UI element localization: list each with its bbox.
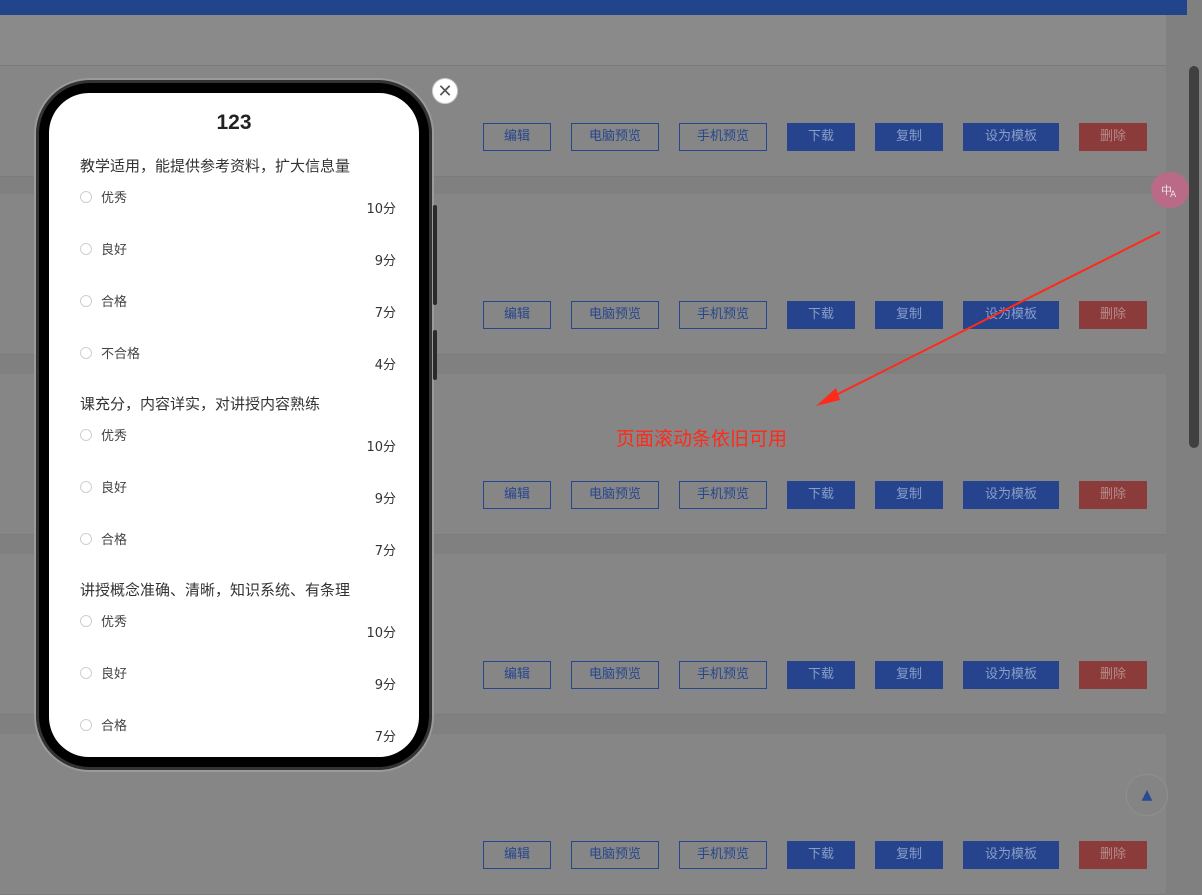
copy-button[interactable]: 复制: [875, 841, 943, 869]
radio-button[interactable]: [80, 615, 92, 627]
option-score: 7分: [374, 730, 396, 745]
pc-preview-button[interactable]: 电脑预览: [571, 661, 659, 689]
back-to-top-button[interactable]: ▲: [1126, 774, 1168, 816]
question-text: 讲授概念准确、清晰，知识系统、有条理: [80, 581, 351, 599]
download-button[interactable]: 下载: [787, 841, 855, 869]
copy-button[interactable]: 复制: [875, 661, 943, 689]
radio-button[interactable]: [80, 295, 92, 307]
set-template-button[interactable]: 设为模板: [963, 841, 1059, 869]
option-score: 7分: [374, 306, 396, 321]
option-row[interactable]: 合格 7分: [80, 529, 396, 565]
option-label: 合格: [101, 295, 128, 310]
option-row[interactable]: 优秀 10分: [80, 425, 396, 461]
download-button[interactable]: 下载: [787, 661, 855, 689]
radio-button[interactable]: [80, 481, 92, 493]
card-actions: 编辑 电脑预览 手机预览 下载 复制 设为模板 删除: [483, 661, 1147, 689]
mobile-preview-button[interactable]: 手机预览: [679, 841, 767, 869]
copy-button[interactable]: 复制: [875, 301, 943, 329]
annotation-text: 页面滚动条依旧可用: [616, 428, 788, 450]
copy-button[interactable]: 复制: [875, 481, 943, 509]
option-score: 9分: [374, 678, 396, 693]
set-template-button[interactable]: 设为模板: [963, 661, 1059, 689]
option-score: 9分: [374, 492, 396, 507]
option-row[interactable]: 不合格 4分: [80, 343, 396, 379]
set-template-button[interactable]: 设为模板: [963, 301, 1059, 329]
card-actions: 编辑 电脑预览 手机预览 下载 复制 设为模板 删除: [483, 481, 1147, 509]
option-score: 7分: [374, 544, 396, 559]
option-label: 合格: [101, 719, 128, 734]
option-score: 4分: [374, 358, 396, 373]
option-row[interactable]: 合格 7分: [80, 715, 396, 751]
card-actions: 编辑 电脑预览 手机预览 下载 复制 设为模板 删除: [483, 841, 1147, 869]
mobile-preview-screen: 123 教学适用，能提供参考资料，扩大信息量 优秀 10分 良好 9分 合格 7…: [49, 93, 419, 757]
question-text: 教学适用，能提供参考资料，扩大信息量: [80, 157, 351, 175]
top-header-bar: [0, 0, 1202, 15]
option-row[interactable]: 优秀 10分: [80, 611, 396, 647]
edit-button[interactable]: 编辑: [483, 481, 551, 509]
option-row[interactable]: 优秀 10分: [80, 187, 396, 223]
edit-button[interactable]: 编辑: [483, 301, 551, 329]
card-actions: 编辑 电脑预览 手机预览 下载 复制 设为模板 删除: [483, 301, 1147, 329]
delete-button[interactable]: 删除: [1079, 661, 1147, 689]
set-template-button[interactable]: 设为模板: [963, 123, 1059, 151]
option-score: 10分: [366, 202, 396, 217]
pc-preview-button[interactable]: 电脑预览: [571, 123, 659, 151]
survey-title: 123: [216, 111, 252, 134]
mobile-preview-button[interactable]: 手机预览: [679, 661, 767, 689]
option-score: 9分: [374, 254, 396, 269]
copy-button[interactable]: 复制: [875, 123, 943, 151]
option-row[interactable]: 合格 7分: [80, 291, 396, 327]
radio-button[interactable]: [80, 347, 92, 359]
pc-preview-button[interactable]: 电脑预览: [571, 301, 659, 329]
card-actions: 编辑 电脑预览 手机预览 下载 复制 设为模板 删除: [483, 123, 1147, 151]
mobile-preview-button[interactable]: 手机预览: [679, 123, 767, 151]
radio-button[interactable]: [80, 243, 92, 255]
delete-button[interactable]: 删除: [1079, 841, 1147, 869]
option-row[interactable]: 良好 9分: [80, 239, 396, 275]
edit-button[interactable]: 编辑: [483, 661, 551, 689]
option-row[interactable]: 良好 9分: [80, 663, 396, 699]
option-label: 优秀: [101, 191, 128, 206]
pc-preview-button[interactable]: 电脑预览: [571, 841, 659, 869]
option-score: 10分: [366, 440, 396, 455]
option-label: 良好: [101, 243, 128, 258]
radio-button[interactable]: [80, 719, 92, 731]
mobile-preview-frame: 123 教学适用，能提供参考资料，扩大信息量 优秀 10分 良好 9分 合格 7…: [34, 78, 437, 772]
edit-button[interactable]: 编辑: [483, 841, 551, 869]
close-icon[interactable]: ✕: [432, 78, 458, 104]
delete-button[interactable]: 删除: [1079, 301, 1147, 329]
phone-side-button: [433, 330, 437, 380]
radio-button[interactable]: [80, 533, 92, 545]
delete-button[interactable]: 删除: [1079, 481, 1147, 509]
set-template-button[interactable]: 设为模板: [963, 481, 1059, 509]
download-button[interactable]: 下载: [787, 481, 855, 509]
mobile-preview-button[interactable]: 手机预览: [679, 301, 767, 329]
radio-button[interactable]: [80, 191, 92, 203]
option-label: 优秀: [101, 429, 128, 444]
option-label: 良好: [101, 481, 128, 496]
arrow-up-icon: ▲: [1141, 787, 1153, 803]
download-button[interactable]: 下载: [787, 301, 855, 329]
sub-header-bar: [0, 15, 1166, 66]
option-label: 良好: [101, 667, 128, 682]
phone-side-button: [433, 205, 437, 305]
option-score: 10分: [366, 626, 396, 641]
svg-text:A: A: [1170, 190, 1177, 200]
mobile-preview-button[interactable]: 手机预览: [679, 481, 767, 509]
option-label: 合格: [101, 533, 128, 548]
radio-button[interactable]: [80, 667, 92, 679]
option-label: 优秀: [101, 615, 128, 630]
page-scrollbar-thumb[interactable]: [1189, 66, 1199, 448]
option-label: 不合格: [101, 347, 141, 362]
edit-button[interactable]: 编辑: [483, 123, 551, 151]
delete-button[interactable]: 删除: [1079, 123, 1147, 151]
download-button[interactable]: 下载: [787, 123, 855, 151]
question-text: 课充分，内容详实，对讲授内容熟练: [80, 395, 321, 413]
radio-button[interactable]: [80, 429, 92, 441]
pc-preview-button[interactable]: 电脑预览: [571, 481, 659, 509]
option-row[interactable]: 良好 9分: [80, 477, 396, 513]
translate-icon[interactable]: 中 A: [1151, 172, 1189, 208]
